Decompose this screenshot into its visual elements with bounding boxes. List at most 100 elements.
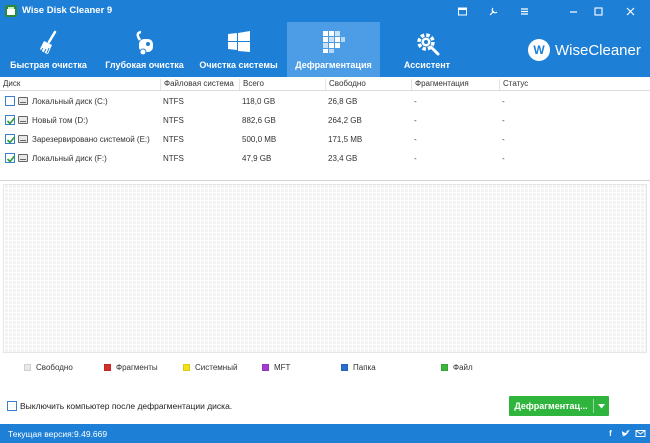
disk-free: 171,5 MB — [328, 135, 363, 144]
disk-status: - — [502, 97, 505, 106]
disk-name: Локальный диск (F:) — [32, 154, 107, 163]
hard-drive-icon — [18, 116, 28, 124]
tab-label: Глубокая очистка — [105, 60, 184, 70]
disk-checkbox[interactable] — [5, 134, 16, 144]
tab-label: Очистка системы — [199, 60, 278, 70]
legend-swatch — [104, 364, 111, 371]
disk-total: 882,6 GB — [242, 116, 276, 125]
disk-fs: NTFS — [163, 97, 184, 106]
legend-label: Свободно — [36, 363, 73, 372]
skin-icon[interactable] — [454, 3, 470, 19]
windows-icon — [227, 31, 250, 52]
defrag-button[interactable]: Дефрагментац... — [509, 396, 593, 416]
checkmark-icon — [6, 136, 16, 144]
menu-icon[interactable] — [516, 3, 532, 19]
legend-swatch — [262, 364, 269, 371]
column-header-free[interactable]: Свободно — [325, 79, 366, 90]
cluster-map — [3, 184, 647, 353]
legend-label: Файл — [453, 363, 473, 372]
chevron-down-icon — [598, 403, 605, 408]
legend-swatch — [183, 364, 190, 371]
disk-status: - — [502, 116, 505, 125]
hard-drive-icon — [18, 97, 28, 105]
disk-frag: - — [414, 135, 417, 144]
column-header-fs[interactable]: Файловая система — [160, 79, 234, 90]
status-bar: Текущая версия:9.49.669 f — [0, 424, 650, 443]
cluster-legend: Свободно Фрагменты Системный MFT Папка Ф… — [0, 360, 650, 376]
column-header-status[interactable]: Статус — [499, 79, 528, 90]
wisecleaner-logo-icon: W — [528, 39, 550, 61]
disk-total: 118,0 GB — [242, 97, 276, 106]
disk-name: Локальный диск (C:) — [32, 97, 108, 106]
disk-free: 23,4 GB — [328, 154, 358, 163]
disk-checkbox[interactable] — [5, 115, 16, 125]
legend-label: Фрагменты — [116, 363, 158, 372]
legend-swatch — [24, 364, 31, 371]
brand-logo: W WiseCleaner — [528, 39, 641, 61]
disk-fs: NTFS — [163, 154, 184, 163]
twitter-icon[interactable] — [620, 428, 631, 439]
settings-icon[interactable] — [485, 3, 501, 19]
tab-label: Дефрагментация — [295, 60, 372, 70]
disk-fs: NTFS — [163, 135, 184, 144]
disk-name: Новый том (D:) — [32, 116, 88, 125]
window-title: Wise Disk Cleaner 9 — [22, 5, 113, 16]
facebook-icon[interactable]: f — [605, 428, 616, 439]
disk-status: - — [502, 135, 505, 144]
column-header-frag[interactable]: Фрагментация — [411, 79, 469, 90]
disk-name: Зарезервировано системой (E:) — [32, 135, 150, 144]
gear-wrench-icon — [417, 33, 440, 56]
disk-free: 26,8 GB — [328, 97, 358, 106]
table-row[interactable]: Локальный диск (C:) NTFS 118,0 GB 26,8 G… — [0, 92, 650, 111]
table-row[interactable]: Новый том (D:) NTFS 882,6 GB 264,2 GB - … — [0, 111, 650, 130]
checkmark-icon — [6, 117, 16, 125]
disk-frag: - — [414, 116, 417, 125]
column-header-total[interactable]: Всего — [239, 79, 264, 90]
vacuum-icon — [136, 30, 153, 56]
tab-assistant[interactable]: Ассистент — [382, 22, 472, 77]
tab-deep-clean[interactable]: Глубокая очистка — [97, 22, 192, 77]
legend-label: Папка — [353, 363, 376, 372]
app-icon — [5, 5, 17, 17]
tab-label: Быстрая очистка — [10, 60, 87, 70]
table-row[interactable]: Локальный диск (F:) NTFS 47,9 GB 23,4 GB… — [0, 149, 650, 168]
legend-swatch — [341, 364, 348, 371]
tab-system-clean[interactable]: Очистка системы — [192, 22, 285, 77]
disk-table: Диск Файловая система Всего Свободно Фра… — [0, 77, 650, 181]
hard-drive-icon — [18, 154, 28, 162]
table-header: Диск Файловая система Всего Свободно Фра… — [0, 77, 650, 91]
version-label: Текущая версия:9.49.669 — [8, 429, 108, 439]
disk-frag: - — [414, 154, 417, 163]
tab-label: Ассистент — [403, 60, 451, 70]
minimize-icon[interactable] — [565, 3, 581, 19]
disk-checkbox[interactable] — [5, 153, 16, 163]
close-icon[interactable] — [622, 3, 638, 19]
shutdown-label[interactable]: Выключить компьютер после дефрагментации… — [20, 401, 232, 411]
checkmark-icon — [6, 155, 16, 163]
shutdown-checkbox[interactable] — [7, 401, 17, 411]
tab-defrag[interactable]: Дефрагментация — [287, 22, 380, 77]
legend-label: MFT — [274, 363, 291, 372]
legend-swatch — [441, 364, 448, 371]
disk-frag: - — [414, 97, 417, 106]
disk-total: 47,9 GB — [242, 154, 272, 163]
defrag-icon — [322, 31, 345, 53]
tab-quick-clean[interactable]: Быстрая очистка — [0, 22, 97, 77]
legend-label: Системный — [195, 363, 238, 372]
disk-status: - — [502, 154, 505, 163]
defrag-dropdown-button[interactable] — [594, 396, 609, 416]
title-bar: Wise Disk Cleaner 9 — [0, 0, 650, 22]
table-row[interactable]: Зарезервировано системой (E:) NTFS 500,0… — [0, 130, 650, 149]
disk-total: 500,0 MB — [242, 135, 277, 144]
disk-free: 264,2 GB — [328, 116, 362, 125]
defrag-split-button: Дефрагментац... — [509, 396, 609, 416]
broom-icon — [39, 30, 56, 54]
column-header-disk[interactable]: Диск — [0, 79, 20, 90]
email-icon[interactable] — [635, 428, 646, 439]
disk-checkbox[interactable] — [5, 96, 15, 106]
disk-fs: NTFS — [163, 116, 184, 125]
maximize-icon[interactable] — [590, 3, 606, 19]
hard-drive-icon — [18, 135, 28, 143]
main-toolbar: Быстрая очистка Глубокая очистка Очистка… — [0, 22, 650, 77]
brand-name: WiseCleaner — [555, 41, 641, 59]
